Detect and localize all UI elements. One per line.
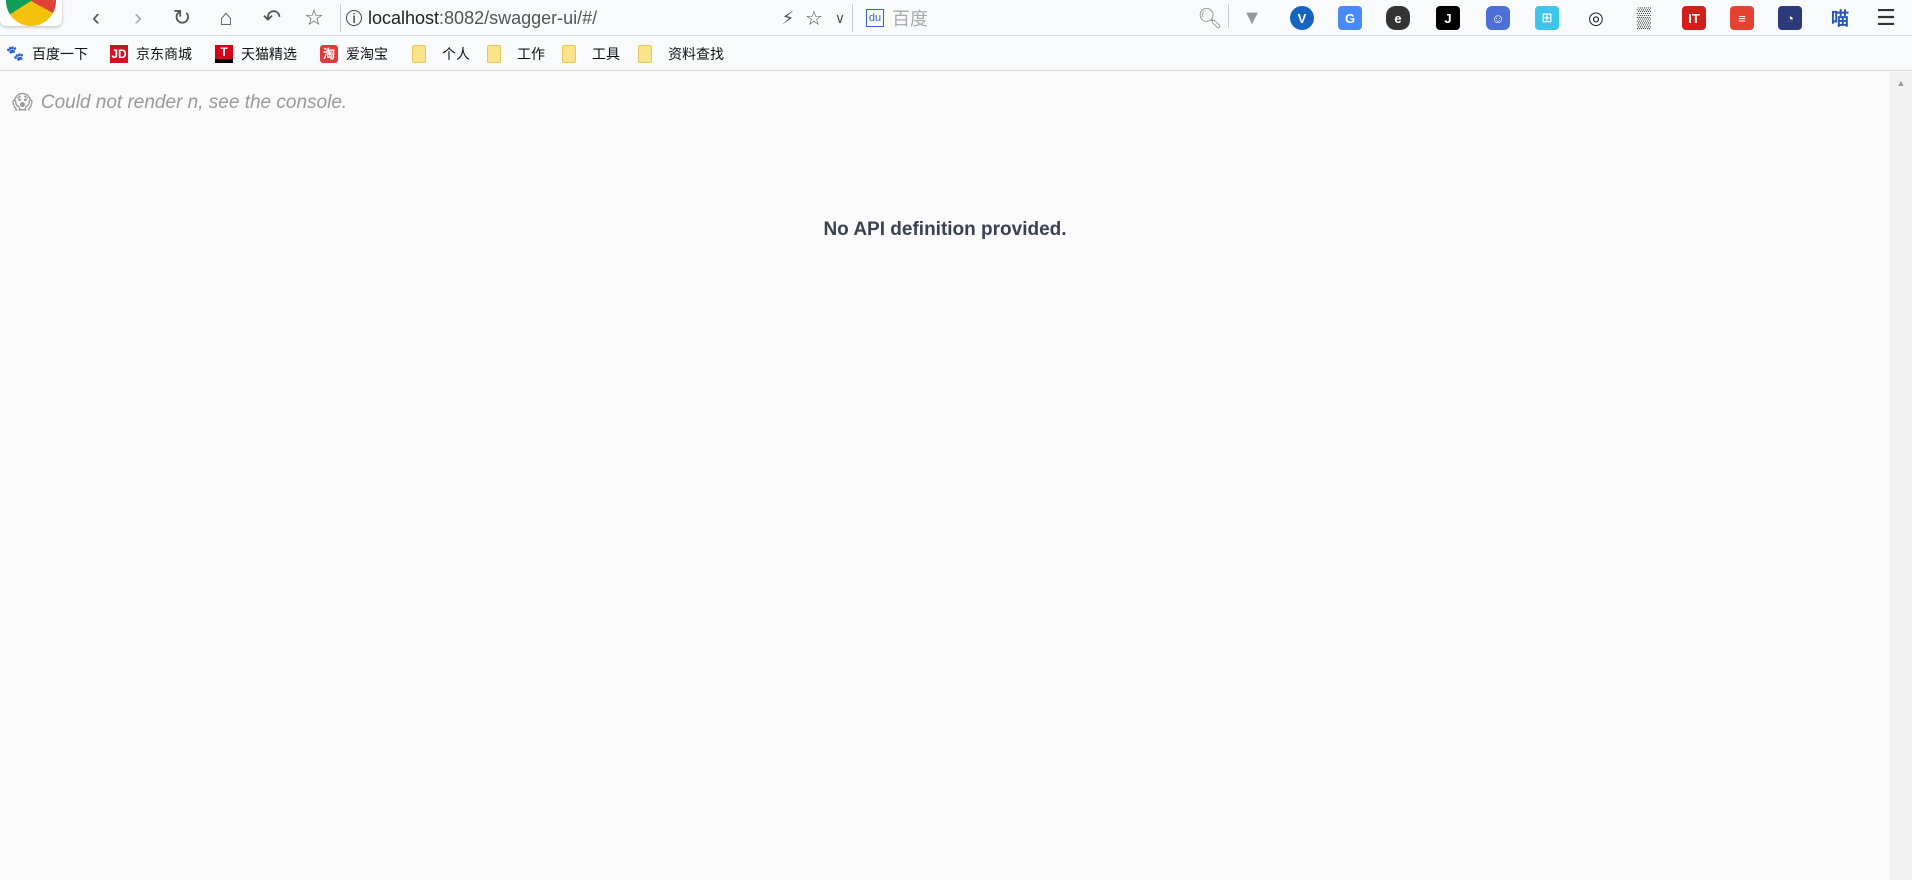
folder-icon [412, 44, 426, 63]
jd-icon: JD [110, 44, 128, 63]
taobao-icon: 淘 [320, 44, 338, 63]
scrollbar[interactable]: ▲ [1890, 72, 1912, 880]
bookmark-folder-research[interactable]: 资料查找 [638, 36, 724, 71]
render-error: 😱 Could not render n, see the console. [12, 90, 347, 115]
search-icon[interactable]: 🔍︎ [1196, 4, 1224, 32]
it-extension-icon[interactable]: IT [1682, 6, 1706, 30]
bookmark-label: 京东商城 [136, 45, 192, 62]
bookmark-baidu[interactable]: 🐾︎ 百度一下 [4, 36, 88, 71]
home-button[interactable]: ⌂ [212, 4, 240, 32]
v-extension-icon[interactable]: V [1290, 6, 1314, 30]
bookmark-label: 百度一下 [32, 45, 88, 62]
speedometer-icon[interactable]: ◔ [1778, 6, 1802, 30]
reload-button[interactable]: ↻ [168, 4, 196, 32]
favorite-star-icon[interactable]: ☆ [800, 4, 828, 32]
url-host: localhost [368, 7, 440, 28]
tmall-icon: T [215, 44, 233, 63]
menu-icon[interactable]: ☰ [1872, 4, 1900, 32]
bookmark-folder-personal[interactable]: 个人 [412, 36, 470, 71]
baidu-search-icon: du [866, 9, 884, 27]
bookmark-jd[interactable]: JD 京东商城 [110, 36, 192, 71]
chevron-down-icon[interactable]: ∨ [826, 4, 854, 32]
qr-code-icon[interactable]: ▒ [1632, 6, 1656, 30]
error-message: Could not render n, see the console. [40, 91, 348, 113]
bookmarks-bar: 🐾︎ 百度一下 JD 京东商城 T 天猫精选 淘爱淘宝 个人 工作 工具 资料查找 [0, 36, 1912, 71]
browser-logo[interactable] [0, 0, 62, 26]
miao-icon[interactable]: 喵 [1828, 6, 1852, 30]
bookmark-label: 资料查找 [668, 45, 724, 62]
scroll-up-icon[interactable]: ▲ [1890, 78, 1912, 88]
scream-emoji-icon: 😱 [12, 92, 33, 114]
bookmark-folder-tools[interactable]: 工具 [562, 36, 620, 71]
google-translate-icon[interactable]: G [1338, 6, 1362, 30]
baidu-icon: 🐾︎ [4, 45, 26, 63]
info-icon: i [346, 10, 362, 26]
folder-icon [487, 44, 501, 63]
browser-toolbar: ‹ › ↻ ⌂ ↶ ☆ i localhost:8082/swagger-ui/… [0, 0, 1912, 36]
folder-icon [562, 44, 576, 63]
bookmark-label: 天猫精选 [241, 45, 297, 62]
bookmark-label: 爱淘宝 [346, 45, 388, 62]
evernote-icon[interactable]: e [1386, 6, 1410, 30]
bookmark-tmall[interactable]: T 天猫精选 [215, 36, 297, 71]
extension-blue-icon[interactable]: ☺ [1486, 6, 1510, 30]
url-path: :8082/swagger-ui/#/ [439, 7, 598, 28]
bookmark-label: 工具 [592, 45, 620, 62]
forward-button[interactable]: › [124, 4, 152, 32]
bookmark-star-button[interactable]: ☆ [300, 4, 328, 32]
vue-devtools-icon[interactable]: ▼ [1240, 6, 1264, 30]
todoist-icon[interactable]: ≡ [1730, 6, 1754, 30]
bookmark-label: 工作 [517, 45, 545, 62]
folder-icon [638, 44, 652, 63]
json-viewer-icon[interactable]: J [1436, 6, 1460, 30]
no-api-message: No API definition provided. [823, 219, 1067, 240]
bookmark-label: 个人 [442, 45, 470, 62]
window-extension-icon[interactable]: ⊞ [1535, 6, 1559, 30]
undo-close-button[interactable]: ↶ [258, 4, 286, 32]
bookmark-taobao[interactable]: 淘爱淘宝 [320, 36, 388, 71]
lightning-icon[interactable]: ⚡ [774, 4, 802, 32]
bookmark-folder-work[interactable]: 工作 [487, 36, 545, 71]
address-bar[interactable]: i localhost:8082/swagger-ui/#/ [346, 4, 597, 32]
search-input[interactable]: 百度 [892, 4, 928, 32]
screenshot-icon[interactable]: ◎ [1584, 6, 1608, 30]
back-button[interactable]: ‹ [82, 4, 110, 32]
